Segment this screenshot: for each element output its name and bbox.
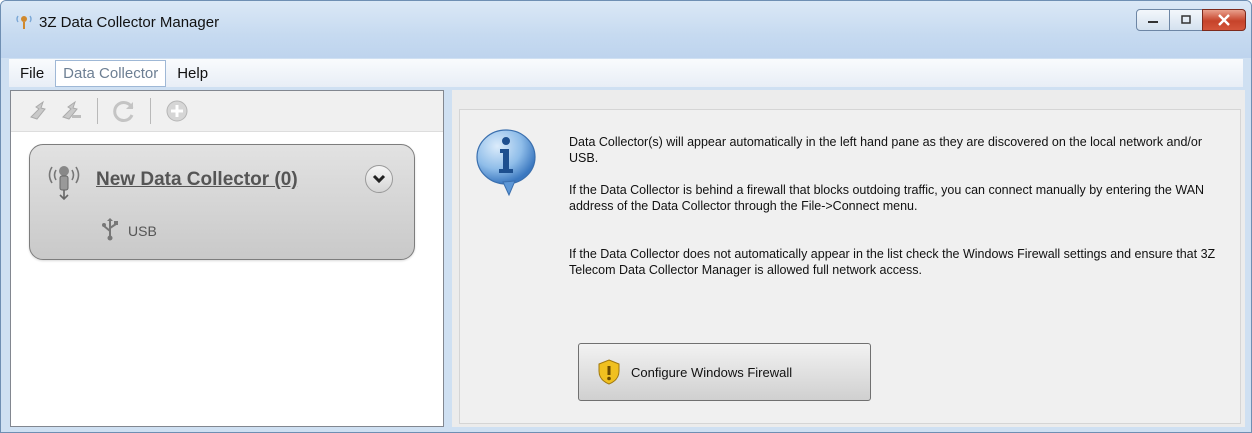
wireless-collector-icon (48, 166, 80, 201)
remove-collector-button[interactable] (57, 97, 85, 125)
menu-file[interactable]: File (12, 60, 52, 87)
window-title: 3Z Data Collector Manager (39, 14, 220, 31)
data-collector-card[interactable]: New Data Collector (0) USB (29, 144, 415, 260)
chevron-down-icon (372, 174, 386, 184)
collector-toolbar (11, 91, 443, 132)
toolbar-separator (150, 98, 151, 124)
app-window: 3Z Data Collector Manager File Data Coll… (0, 0, 1252, 433)
info-paragraph-2: If the Data Collector is behind a firewa… (569, 183, 1205, 213)
minimize-icon (1148, 21, 1158, 23)
remove-collector-icon (62, 100, 81, 120)
window-controls (1136, 9, 1246, 31)
minimize-button[interactable] (1136, 9, 1170, 31)
close-button[interactable] (1202, 9, 1246, 31)
expand-toggle-button[interactable] (365, 165, 393, 193)
add-icon (166, 100, 188, 122)
configure-firewall-button[interactable]: Configure Windows Firewall (578, 343, 871, 401)
info-icon (476, 129, 536, 197)
refresh-icon (113, 101, 134, 122)
title-bar[interactable]: 3Z Data Collector Manager (1, 1, 1251, 58)
toolbar-separator (97, 98, 98, 124)
collector-list-pane: New Data Collector (0) USB (10, 90, 444, 427)
add-collector-button[interactable] (25, 97, 53, 125)
maximize-button[interactable] (1169, 9, 1203, 31)
configure-firewall-label: Configure Windows Firewall (631, 364, 793, 380)
menu-bar: File Data Collector Help (9, 59, 1243, 87)
add-collector-icon (30, 100, 46, 120)
refresh-button[interactable] (110, 97, 138, 125)
data-collector-icon (16, 15, 32, 29)
usb-icon (102, 218, 118, 241)
add-button[interactable] (163, 97, 191, 125)
menu-data-collector[interactable]: Data Collector (55, 59, 167, 87)
connection-type-label: USB (128, 223, 157, 239)
info-paragraph-1: Data Collector(s) will appear automatica… (569, 135, 1202, 165)
close-icon (1218, 14, 1230, 26)
maximize-icon (1181, 15, 1191, 24)
info-paragraph-3: If the Data Collector does not automatic… (569, 247, 1216, 277)
shield-warning-icon (598, 359, 620, 385)
info-panel: Data Collector(s) will appear automatica… (459, 109, 1241, 424)
collector-title-link[interactable]: New Data Collector (0) (96, 169, 298, 191)
info-pane: Data Collector(s) will appear automatica… (452, 90, 1245, 427)
menu-help[interactable]: Help (169, 60, 216, 87)
